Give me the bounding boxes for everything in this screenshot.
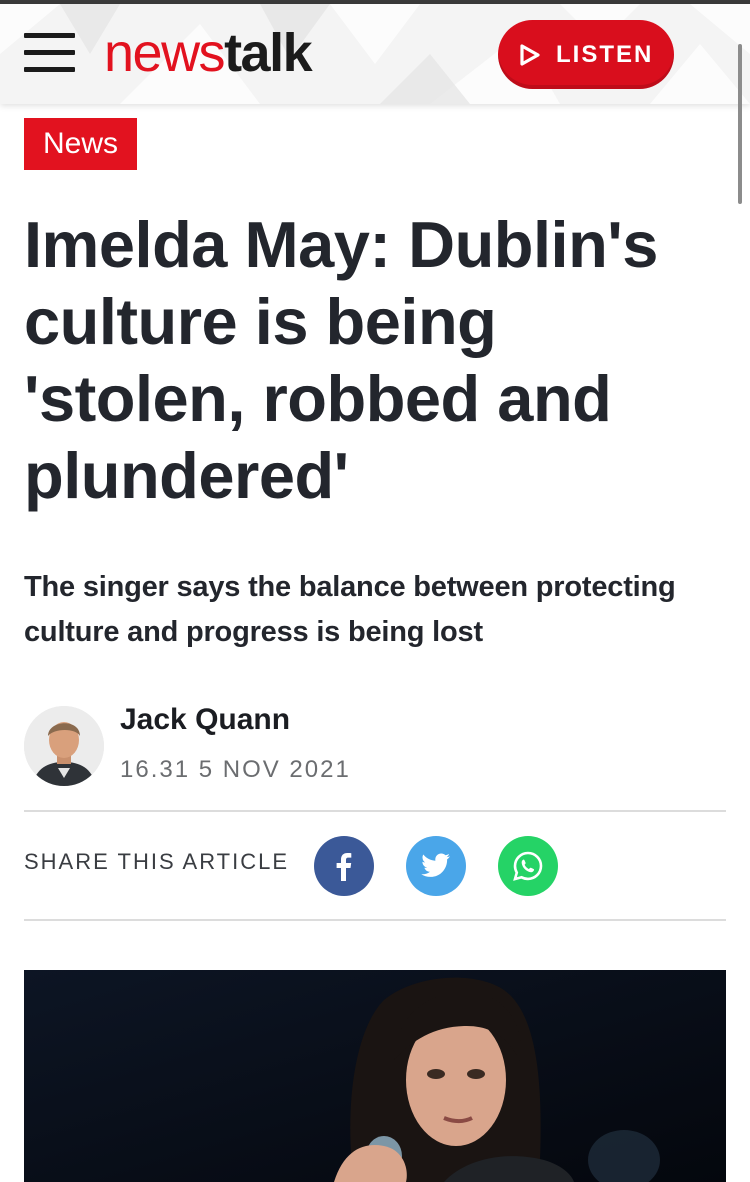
category-badge[interactable]: News — [24, 118, 137, 170]
whatsapp-share-button[interactable] — [498, 836, 558, 896]
whatsapp-icon — [513, 851, 543, 881]
hero-image[interactable] — [24, 970, 726, 1182]
article-subheadline: The singer says the balance between prot… — [24, 571, 676, 648]
article-headline: Imelda May: Dublin's culture is being 's… — [24, 208, 658, 512]
share-label: SHARE THIS ARTICLE — [24, 849, 290, 874]
facebook-icon — [336, 853, 352, 881]
hero-photo-illustration — [24, 970, 726, 1182]
twitter-share-button[interactable] — [406, 836, 466, 896]
newstalk-logo[interactable]: newstalk — [104, 18, 313, 88]
menu-icon[interactable] — [24, 33, 75, 75]
facebook-share-button[interactable] — [314, 836, 374, 896]
publish-date: 16.31 5 NOV 2021 — [120, 756, 351, 783]
logo-news-text: news — [104, 23, 226, 83]
divider-top — [24, 810, 726, 812]
listen-label: LISTEN — [556, 40, 654, 68]
listen-button[interactable]: LISTEN — [498, 20, 674, 89]
divider-bottom — [24, 919, 726, 921]
author-avatar-image — [24, 706, 104, 786]
twitter-icon — [421, 853, 450, 877]
author-avatar[interactable] — [24, 706, 104, 786]
author-name[interactable]: Jack Quann — [120, 702, 290, 738]
play-icon — [520, 43, 540, 66]
scrollbar[interactable] — [738, 44, 742, 204]
logo-talk-text: talk — [224, 23, 313, 83]
site-header: newstalk LISTEN — [0, 4, 750, 104]
